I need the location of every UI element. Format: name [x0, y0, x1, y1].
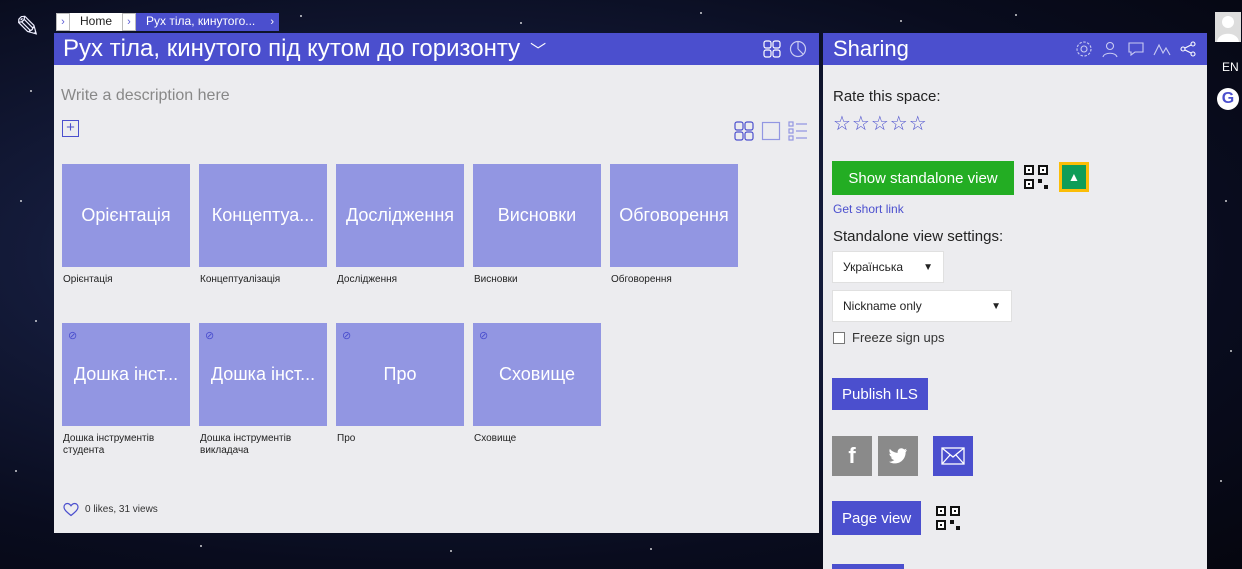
- breadcrumb-arrow-icon: ›: [122, 13, 137, 31]
- tile-label: Орієнтація: [81, 205, 171, 225]
- phase-tile-investigation[interactable]: Дослідження: [336, 164, 464, 267]
- facebook-icon[interactable]: f: [832, 436, 872, 476]
- nickname-select-value: Nickname only: [843, 299, 922, 313]
- breadcrumb-current[interactable]: Рух тіла, кинутого...: [136, 13, 266, 31]
- tile-caption: Обговорення: [611, 274, 672, 285]
- tile-label: Про: [383, 364, 417, 384]
- nickname-select[interactable]: Nickname only ▼: [832, 290, 1012, 322]
- list-view-icon[interactable]: [788, 121, 808, 141]
- likes-count: 0 likes, 31 views: [85, 504, 158, 515]
- phase-tile-discussion[interactable]: Обговорення: [610, 164, 738, 267]
- settings-icon[interactable]: [1075, 40, 1093, 58]
- google-classroom-icon[interactable]: ▲: [1059, 162, 1089, 192]
- phase-tile-teacher-dashboard[interactable]: ⊘ Дошка інст...: [199, 323, 327, 426]
- single-view-icon[interactable]: [761, 121, 781, 141]
- email-icon[interactable]: [933, 436, 973, 476]
- space-panel: Рух тіла, кинутого під кутом до горизонт…: [54, 33, 819, 533]
- graasp-logo-icon[interactable]: ✎: [8, 8, 48, 48]
- space-header: Рух тіла, кинутого під кутом до горизонт…: [54, 33, 819, 65]
- tile-label: Концептуа...: [211, 205, 315, 225]
- hidden-eye-icon: ⊘: [342, 330, 352, 342]
- get-short-link[interactable]: Get short link: [833, 202, 904, 216]
- tile-caption: Орієнтація: [63, 274, 113, 285]
- analytics-icon[interactable]: [1153, 40, 1171, 58]
- sharing-panel: Sharing Rate this space: ☆☆☆☆☆ Show stan…: [823, 33, 1207, 569]
- tile-caption: Дошка інструментів студента: [63, 433, 155, 456]
- hidden-eye-icon: ⊘: [68, 330, 78, 342]
- comments-icon[interactable]: [1127, 40, 1145, 58]
- rate-label: Rate this space:: [833, 88, 941, 105]
- tile-label: Висновки: [497, 205, 577, 225]
- user-avatar-icon[interactable]: [1215, 12, 1241, 42]
- graasp-app-icon[interactable]: G: [1217, 88, 1239, 110]
- phase-tile-conceptualisation[interactable]: Концептуа...: [199, 164, 327, 267]
- language-select[interactable]: Українська ▼: [832, 251, 944, 283]
- chevron-down-icon[interactable]: ﹀: [530, 37, 546, 61]
- phase-tile-orientation[interactable]: Орієнтація: [62, 164, 190, 267]
- breadcrumb: › Home › Рух тіла, кинутого... ›: [56, 13, 280, 31]
- star-rating[interactable]: ☆☆☆☆☆: [833, 111, 928, 136]
- language-switcher[interactable]: EN: [1222, 60, 1239, 74]
- sharing-header: Sharing: [823, 33, 1207, 65]
- breadcrumb-home[interactable]: Home: [70, 13, 123, 31]
- grid-view-icon[interactable]: [763, 40, 781, 58]
- likes-views: 0 likes, 31 views: [63, 502, 158, 517]
- view-switcher: [734, 121, 808, 141]
- publish-ils-button[interactable]: Publish ILS: [832, 378, 928, 410]
- twitter-icon[interactable]: [878, 436, 918, 476]
- standalone-settings-label: Standalone view settings:: [833, 228, 1004, 245]
- tile-caption: Дослідження: [337, 274, 398, 285]
- page-view-button[interactable]: Page view: [832, 501, 922, 535]
- hidden-eye-icon: ⊘: [479, 330, 489, 342]
- breadcrumb-arrow-icon: ›: [56, 13, 70, 31]
- tile-label: Дошка інст...: [210, 364, 316, 384]
- tile-label: Дошка інст...: [73, 364, 179, 384]
- qr-code-icon[interactable]: [1023, 164, 1049, 190]
- qr-code-icon[interactable]: [935, 505, 961, 531]
- add-item-button[interactable]: +: [62, 120, 79, 137]
- heart-icon[interactable]: [63, 502, 79, 517]
- chevron-down-icon: ▼: [991, 300, 1001, 312]
- sharing-title: Sharing: [833, 36, 909, 61]
- chevron-down-icon: ▼: [923, 261, 933, 273]
- tile-label: Сховище: [498, 364, 576, 384]
- tile-label: Обговорення: [619, 205, 729, 225]
- phase-tile-student-dashboard[interactable]: ⊘ Дошка інст...: [62, 323, 190, 426]
- tile-caption: Дошка інструментів викладача: [200, 433, 292, 456]
- page-title[interactable]: Рух тіла, кинутого під кутом до горизонт…: [63, 35, 520, 63]
- tile-caption: Про: [337, 433, 356, 444]
- phase-tile-storage[interactable]: ⊘ Сховище: [473, 323, 601, 426]
- show-standalone-view-button[interactable]: Show standalone view: [832, 161, 1014, 195]
- freeze-signups-label: Freeze sign ups: [852, 330, 945, 345]
- tile-label: Дослідження: [345, 205, 455, 225]
- members-icon[interactable]: [1101, 40, 1119, 58]
- share-icon[interactable]: [1179, 40, 1197, 58]
- tile-caption: Висновки: [474, 274, 518, 285]
- freeze-signups: Freeze sign ups: [833, 330, 945, 345]
- freeze-signups-checkbox[interactable]: [833, 331, 845, 344]
- phase-tile-about[interactable]: ⊘ Про: [336, 323, 464, 426]
- tile-caption: Сховище: [474, 433, 517, 444]
- phase-tile-conclusions[interactable]: Висновки: [473, 164, 601, 267]
- breadcrumb-arrow-icon[interactable]: ›: [265, 13, 280, 31]
- hidden-eye-icon: ⊘: [205, 330, 215, 342]
- tile-view-icon[interactable]: [734, 121, 754, 141]
- tile-caption: Концептуалізація: [200, 274, 281, 285]
- description-field[interactable]: Write a description here: [61, 87, 230, 105]
- partial-button[interactable]: [832, 564, 904, 569]
- language-select-value: Українська: [843, 260, 904, 274]
- pie-chart-icon[interactable]: [789, 40, 807, 58]
